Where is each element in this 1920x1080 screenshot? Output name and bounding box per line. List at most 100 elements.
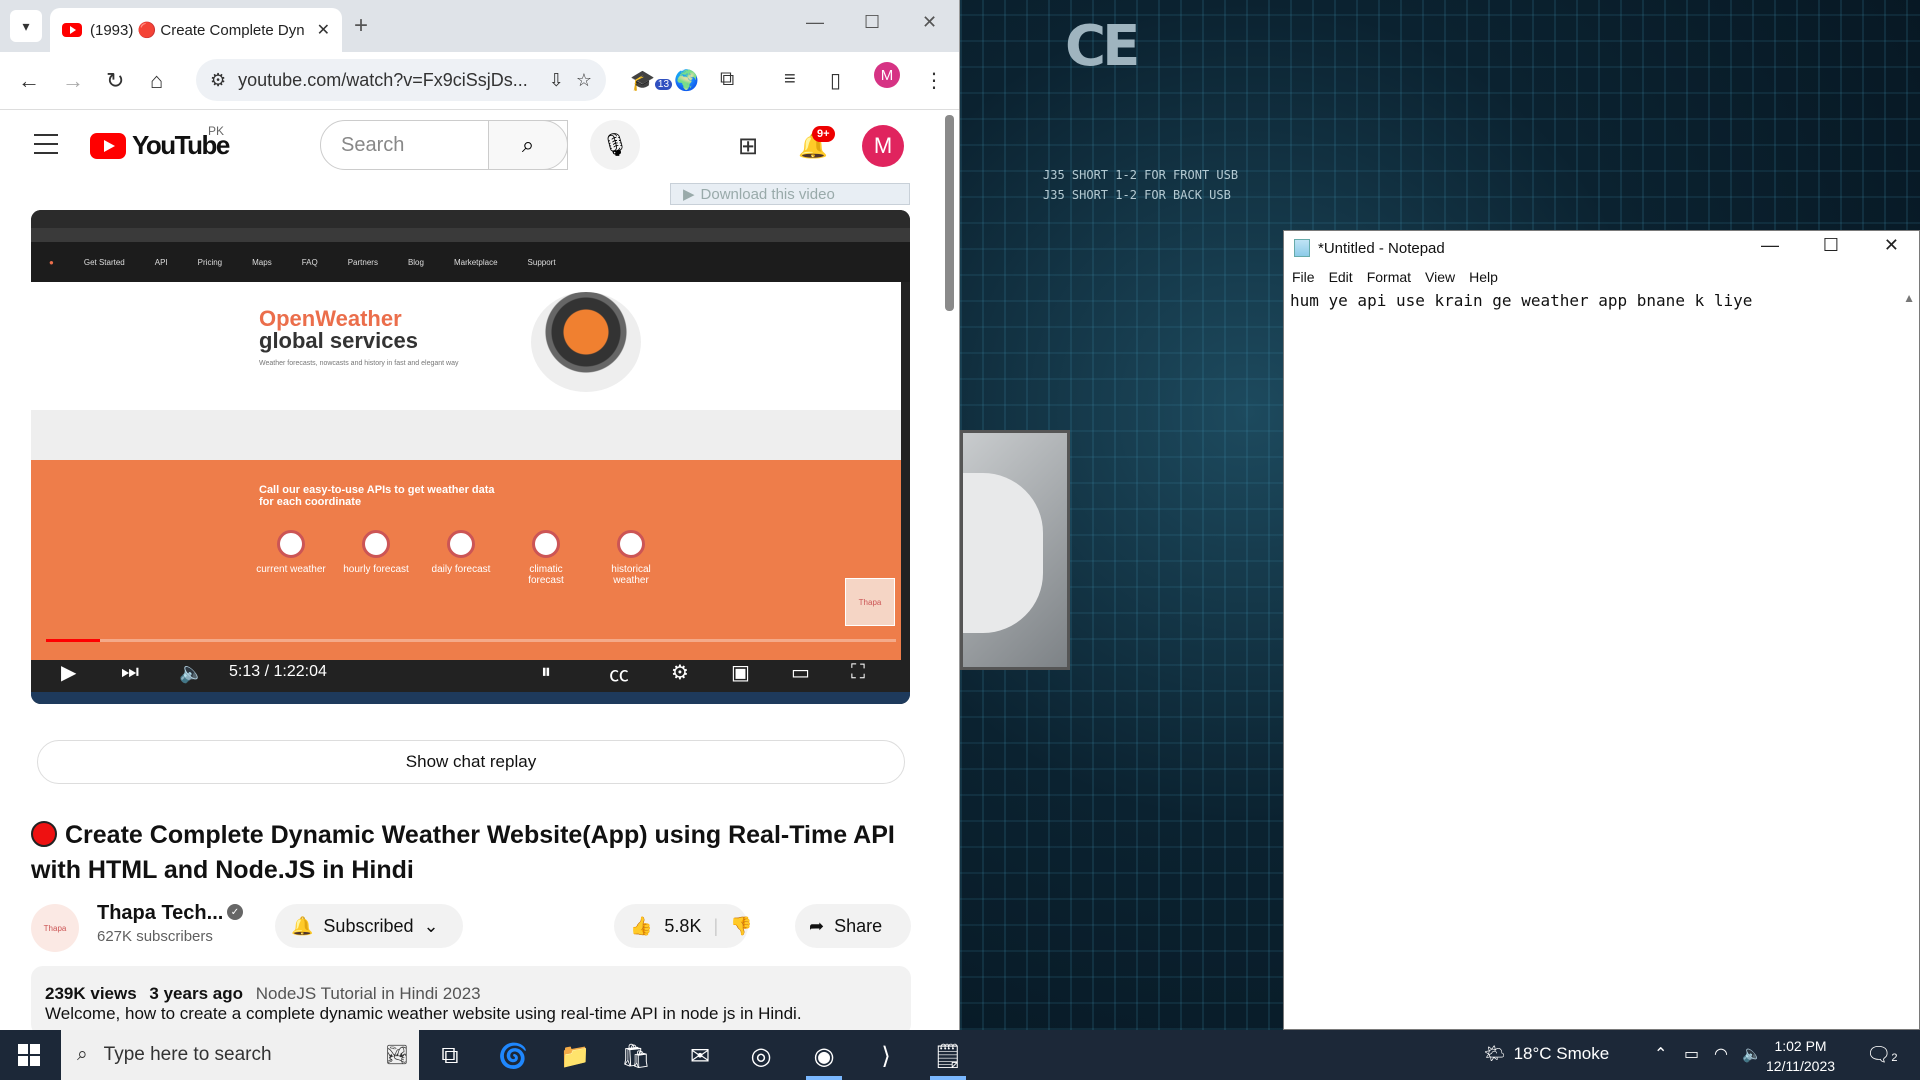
like-count[interactable]: 5.8K xyxy=(664,916,701,937)
volume-icon[interactable]: 🔈 xyxy=(179,660,204,685)
notification-center-icon[interactable]: 🗨2 xyxy=(1866,1042,1898,1067)
youtube-account-avatar[interactable]: M xyxy=(862,125,904,167)
bookmark-star-icon[interactable]: ☆ xyxy=(576,70,592,91)
install-app-icon[interactable]: ⇩ xyxy=(549,70,564,91)
video-progress-bar[interactable] xyxy=(46,639,896,642)
description-text: Welcome, how to create a complete dynami… xyxy=(45,1004,802,1023)
dislike-thumb-icon[interactable]: 👎 xyxy=(730,916,752,937)
close-icon[interactable]: ✕ xyxy=(317,20,330,40)
channel-row: Thapa Thapa Tech... ✓ 627K subscribers 🔔… xyxy=(31,900,911,952)
media-control-icon[interactable]: ≡ xyxy=(784,68,796,91)
notepad-taskbar-icon[interactable]: 🗒 xyxy=(930,1038,966,1074)
verified-check-icon: ✓ xyxy=(227,904,243,920)
tab-search-button[interactable]: ▾ xyxy=(10,10,42,42)
show-chat-replay-button[interactable]: Show chat replay xyxy=(37,740,905,784)
channel-avatar[interactable]: Thapa xyxy=(31,904,79,952)
fullscreen-icon[interactable]: ⛶ xyxy=(851,661,865,684)
video-time: 5:13 / 1:22:04 xyxy=(229,663,327,680)
share-button[interactable]: ➦ Share xyxy=(795,904,911,948)
channel-watermark[interactable]: Thapa xyxy=(845,578,895,626)
video-inner-tabbar xyxy=(31,210,910,228)
extension-icon[interactable]: 🎓 13 xyxy=(630,68,673,93)
youtube-favicon-icon xyxy=(62,23,82,37)
url-text: youtube.com/watch?v=Fx9ciSsjDs... xyxy=(238,69,528,90)
edge-browser-icon[interactable]: 🌀 xyxy=(495,1038,531,1074)
show-hidden-icons-chevron-icon[interactable]: ⌃ xyxy=(1654,1044,1667,1064)
ow-nav-item: Blog xyxy=(407,257,424,267)
menu-format[interactable]: Format xyxy=(1367,269,1411,285)
tab-youtube[interactable]: (1993) 🔴 Create Complete Dyn ✕ xyxy=(50,8,342,52)
channel-name[interactable]: Thapa Tech... xyxy=(97,902,223,925)
profile-avatar[interactable]: M xyxy=(874,62,900,88)
browser-toolbar: ← → ↻ ⌂ ⚙ youtube.com/watch?v=Fx9ciSsjDs… xyxy=(0,52,959,110)
vscode-icon[interactable]: ⟩ xyxy=(868,1038,904,1074)
site-info-icon[interactable]: ⚙ xyxy=(210,70,226,91)
microphone-icon[interactable]: 🎙 xyxy=(590,120,640,170)
playlist-tag[interactable]: NodeJS Tutorial in Hindi 2023 xyxy=(256,984,481,1003)
play-icon: ▶ xyxy=(683,186,695,203)
download-video-bar[interactable]: ▶ Download this video xyxy=(670,183,910,205)
extension-globe-icon[interactable]: 🌍 xyxy=(674,68,699,93)
ow-nav-item: Get Started xyxy=(83,257,125,267)
scroll-up-arrow-icon[interactable]: ▲ xyxy=(1903,291,1915,305)
forward-arrow-icon[interactable]: → xyxy=(62,68,84,94)
search-icon[interactable]: ⌕ xyxy=(488,120,568,170)
side-panel-icon[interactable]: ▯ xyxy=(830,68,841,93)
feature-climatic-forecast: climatic forecast xyxy=(511,530,581,586)
theater-mode-icon[interactable]: ▭ xyxy=(791,660,810,685)
menu-edit[interactable]: Edit xyxy=(1329,269,1353,285)
menu-file[interactable]: File xyxy=(1292,269,1315,285)
miniplayer-icon[interactable]: ▣ xyxy=(731,660,750,685)
file-explorer-icon[interactable]: 📁 xyxy=(557,1038,593,1074)
menu-help[interactable]: Help xyxy=(1469,269,1498,285)
home-icon[interactable]: ⌂ xyxy=(150,68,163,94)
openweather-nav: ● Get Started API Pricing Maps FAQ Partn… xyxy=(31,242,910,282)
minimize-button[interactable]: — xyxy=(1761,235,1779,256)
like-thumb-icon[interactable]: 👍 xyxy=(630,916,652,937)
microsoft-store-icon[interactable]: 🛍 xyxy=(618,1038,654,1074)
wifi-icon[interactable]: ◠ xyxy=(1714,1044,1728,1064)
search-icon: ⌕ xyxy=(77,1044,88,1065)
weather-widget[interactable]: 🌤 18°C Smoke xyxy=(1484,1044,1609,1064)
captions-icon[interactable]: ㏄ xyxy=(609,658,629,687)
ow-nav-item: Support xyxy=(527,257,556,267)
settings-gear-icon[interactable]: ⚙ xyxy=(671,660,689,685)
description-box[interactable]: 239K views 3 years ago NodeJS Tutorial i… xyxy=(31,966,911,1030)
address-bar[interactable]: ⚙ youtube.com/watch?v=Fx9ciSsjDs... ⇩ ☆ xyxy=(196,59,606,101)
menu-view[interactable]: View xyxy=(1425,269,1455,285)
maximize-button[interactable]: ☐ xyxy=(864,12,880,33)
video-player[interactable]: ● Get Started API Pricing Maps FAQ Partn… xyxy=(31,210,910,704)
youtube-play-icon xyxy=(90,132,126,159)
hamburger-menu-icon[interactable] xyxy=(34,134,58,161)
close-window-button[interactable]: ✕ xyxy=(1884,235,1899,256)
chrome-icon[interactable]: ◎ xyxy=(743,1038,779,1074)
create-video-icon[interactable]: ⊞ xyxy=(738,132,758,161)
maximize-button[interactable]: ☐ xyxy=(1823,235,1839,256)
page-scrollbar[interactable] xyxy=(945,115,954,311)
play-icon[interactable]: ▶ xyxy=(61,660,76,685)
battery-icon[interactable]: ▭ xyxy=(1684,1044,1699,1064)
ow-nav-item: Pricing xyxy=(197,257,223,267)
weather-icon: 🌤 xyxy=(1484,1044,1506,1063)
volume-icon[interactable]: 🔈 xyxy=(1742,1044,1762,1064)
notepad-text-area[interactable]: hum ye api use krain ge weather app bnan… xyxy=(1284,289,1919,312)
region-code: PK xyxy=(208,124,225,138)
chrome-profile-icon[interactable]: ◉ xyxy=(806,1038,842,1074)
subscribed-button[interactable]: 🔔 Subscribed ⌄ xyxy=(275,904,463,948)
close-window-button[interactable]: ✕ xyxy=(922,12,937,33)
wallpaper-cpu-chip xyxy=(960,430,1070,670)
clock-date: 12/11/2023 xyxy=(1766,1058,1836,1074)
taskbar-search-input[interactable]: ⌕ Type here to search 🏞 xyxy=(61,1030,419,1080)
reload-icon[interactable]: ↻ xyxy=(106,68,124,94)
autoplay-toggle[interactable]: ⏸ xyxy=(541,661,551,684)
next-icon[interactable]: ⏭ xyxy=(121,661,139,684)
system-clock[interactable]: 1:02 PM 12/11/2023 xyxy=(1766,1036,1835,1076)
extensions-puzzle-icon[interactable]: ⧉ xyxy=(720,68,734,91)
minimize-button[interactable]: — xyxy=(806,12,824,33)
mail-icon[interactable]: ✉ xyxy=(682,1038,718,1074)
new-tab-button[interactable]: + xyxy=(354,12,368,40)
menu-kebab-icon[interactable]: ⋮ xyxy=(924,68,944,93)
task-view-icon[interactable]: ⧉ xyxy=(432,1038,468,1074)
windows-start-icon[interactable] xyxy=(18,1044,40,1066)
back-arrow-icon[interactable]: ← xyxy=(18,68,40,94)
